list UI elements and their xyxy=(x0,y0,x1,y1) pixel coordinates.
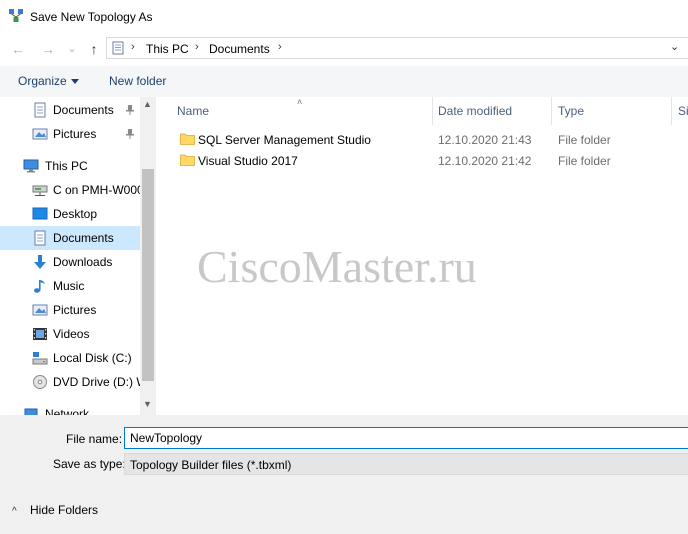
nav-item-label: Music xyxy=(53,279,85,293)
column-header-date[interactable]: Date modified xyxy=(438,104,512,118)
chevron-up-icon[interactable]: ^ xyxy=(12,506,17,517)
column-header-type[interactable]: Type xyxy=(558,104,584,118)
up-arrow-icon[interactable]: ↑ xyxy=(86,41,102,57)
nav-item-downloads[interactable]: Downloads xyxy=(0,250,140,274)
nav-item-network-drive[interactable]: C on PMH-W000 xyxy=(0,178,144,202)
scroll-down-icon[interactable]: ▼ xyxy=(143,399,152,409)
nav-item-dvd-drive[interactable]: DVD Drive (D:) W xyxy=(0,370,148,394)
address-dropdown-icon[interactable]: ⌄ xyxy=(670,40,679,53)
nav-item-documents[interactable]: Documents xyxy=(0,226,140,250)
pin-icon xyxy=(126,129,134,139)
nav-item-label: Local Disk (C:) xyxy=(53,351,132,365)
table-row[interactable]: SQL Server Management Studio 12.10.2020 … xyxy=(172,130,688,150)
local-disk-icon xyxy=(32,352,48,365)
folder-icon xyxy=(180,133,195,145)
network-drive-icon xyxy=(32,185,48,196)
recent-locations-icon[interactable]: ⌄ xyxy=(64,41,80,57)
file-date: 12.10.2020 21:42 xyxy=(438,154,532,168)
pictures-icon xyxy=(32,128,48,140)
file-type: File folder xyxy=(558,154,611,168)
music-icon xyxy=(34,280,45,293)
nav-item-quick-documents[interactable]: Documents xyxy=(0,98,140,122)
network-icon xyxy=(24,408,38,415)
nav-scrollbar-thumb[interactable] xyxy=(142,169,154,381)
crumb-separator: › xyxy=(131,41,135,53)
nav-item-label: Pictures xyxy=(53,303,97,317)
nav-item-pictures[interactable]: Pictures xyxy=(0,298,140,322)
file-name-label: File name: xyxy=(66,432,123,446)
watermark: CiscoMaster.ru xyxy=(197,241,477,292)
back-arrow-icon[interactable]: ← xyxy=(10,41,26,57)
videos-icon xyxy=(33,328,47,340)
nav-item-label: Documents xyxy=(53,231,114,245)
nav-item-label: Network xyxy=(45,407,90,415)
pictures-icon xyxy=(32,304,48,316)
crumb-separator: › xyxy=(195,41,199,53)
nav-item-label: Pictures xyxy=(53,127,97,141)
title-bar: Save New Topology As xyxy=(0,0,688,33)
nav-item-videos[interactable]: Videos xyxy=(0,322,140,346)
topology-app-icon xyxy=(9,9,23,22)
nav-item-music[interactable]: Music xyxy=(0,274,140,298)
file-date: 12.10.2020 21:43 xyxy=(438,133,532,147)
forward-arrow-icon[interactable]: → xyxy=(40,41,56,57)
file-type: File folder xyxy=(558,133,611,147)
folder-icon xyxy=(180,154,195,166)
file-name: SQL Server Management Studio xyxy=(198,133,371,147)
column-divider[interactable] xyxy=(551,97,552,125)
nav-item-label: Downloads xyxy=(53,255,113,269)
crumb-documents[interactable]: Documents xyxy=(209,42,270,56)
column-divider[interactable] xyxy=(671,97,672,125)
table-row[interactable]: Visual Studio 2017 12.10.2020 21:42 File… xyxy=(172,151,688,171)
hide-folders-label: Hide Folders xyxy=(30,503,99,517)
sort-ascending-icon: ˄ xyxy=(297,97,303,107)
column-divider[interactable] xyxy=(432,97,433,125)
file-name: Visual Studio 2017 xyxy=(198,154,298,168)
crumb-this-pc[interactable]: This PC xyxy=(146,42,189,56)
save-type-select[interactable]: Topology Builder files (*.tbxml) xyxy=(124,453,688,475)
nav-item-network[interactable]: Network xyxy=(0,402,140,415)
this-pc-icon xyxy=(23,159,39,173)
nav-item-label: Desktop xyxy=(53,207,98,221)
crumb-separator: › xyxy=(278,41,282,53)
hide-folders-button[interactable]: Hide Folders xyxy=(30,503,98,517)
documents-icon xyxy=(34,102,46,118)
nav-item-label: Documents xyxy=(53,103,114,117)
nav-item-label: DVD Drive (D:) W xyxy=(53,375,148,389)
command-bar: Organize New folder xyxy=(0,66,688,97)
caret-down-icon xyxy=(71,79,79,84)
desktop-icon xyxy=(32,207,48,220)
nav-item-quick-pictures[interactable]: Pictures xyxy=(0,122,140,146)
organize-button[interactable]: Organize xyxy=(18,74,67,88)
nav-scrollbar[interactable]: ▲ ▼ xyxy=(140,97,156,415)
new-folder-button[interactable]: New folder xyxy=(109,74,166,88)
window-title: Save New Topology As xyxy=(30,10,153,24)
dvd-drive-icon xyxy=(33,375,47,389)
column-header-size[interactable]: Siz xyxy=(678,104,688,118)
nav-item-label: C on PMH-W000 xyxy=(53,183,144,197)
file-name-input[interactable] xyxy=(124,427,688,449)
scroll-up-icon[interactable]: ▲ xyxy=(143,99,152,109)
save-options-panel: File name: Save as type: Topology Builde… xyxy=(0,415,688,534)
nav-item-local-disk[interactable]: Local Disk (C:) xyxy=(0,346,140,370)
nav-item-desktop[interactable]: Desktop xyxy=(0,202,140,226)
nav-item-this-pc[interactable]: This PC xyxy=(0,154,140,178)
downloads-icon xyxy=(34,255,46,269)
address-bar[interactable]: › This PC › Documents › ⌄ xyxy=(106,37,688,59)
save-type-label: Save as type: xyxy=(53,457,126,471)
documents-icon xyxy=(112,41,124,55)
pin-icon xyxy=(126,105,134,115)
navigation-pane: Documents Pictures This PC C on PMH-W000… xyxy=(0,97,156,415)
nav-item-label: This PC xyxy=(45,159,88,173)
address-row: ← → ⌄ ↑ › This PC › Documents › ⌄ xyxy=(0,33,688,63)
documents-icon xyxy=(34,230,46,246)
column-header-name[interactable]: Name xyxy=(177,104,209,118)
nav-item-label: Videos xyxy=(53,327,90,341)
